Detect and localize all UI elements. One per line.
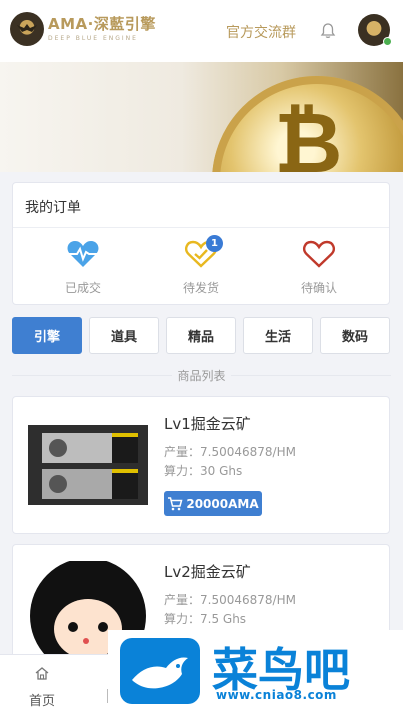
brand-subtitle: DEEP BLUE ENGINE — [48, 35, 138, 42]
user-avatar[interactable] — [358, 14, 392, 46]
product-name: Lv2掘金云矿 — [164, 563, 251, 581]
top-header: AMA·深藍引擎 DEEP BLUE ENGINE 官方交流群 — [0, 0, 403, 62]
bird-logo-icon — [120, 638, 200, 704]
product-hashrate: 算力：30 Ghs — [164, 464, 243, 478]
tab-props[interactable]: 道具 — [89, 317, 159, 354]
brand-logo[interactable] — [10, 12, 44, 46]
brand-name: AMA·深藍引擎 — [48, 15, 156, 33]
tab-engine[interactable]: 引擎 — [12, 317, 82, 354]
buy-button[interactable]: 20000AMA — [164, 491, 262, 516]
tab-life[interactable]: 生活 — [243, 317, 313, 354]
cart-icon — [168, 496, 183, 510]
notification-badge: 1 — [206, 235, 223, 252]
tab-digital[interactable]: 数码 — [320, 317, 390, 354]
tabbar-home-label: 首页 — [28, 694, 55, 709]
product-output: 产量：7.50046878/HM — [164, 593, 296, 607]
bitcoin-symbol: ₿ — [274, 94, 343, 172]
eagle-icon — [17, 24, 37, 32]
order-label: 已成交 — [64, 281, 101, 295]
product-card[interactable]: Lv1掘金云矿 产量：7.50046878/HM 算力：30 Ghs 20000… — [12, 396, 390, 534]
order-status-pending-confirm[interactable]: 待确认 — [274, 239, 364, 296]
official-group-link[interactable]: 官方交流群 — [226, 22, 296, 42]
banner[interactable]: ₿ — [0, 62, 403, 172]
miner-image — [28, 425, 148, 505]
heart-icon — [303, 240, 335, 268]
bell-icon[interactable] — [319, 22, 337, 40]
order-label: 待确认 — [300, 281, 337, 295]
product-hashrate: 算力：7.5 Ghs — [164, 612, 247, 626]
watermark: 菜鸟吧 www.cniao8.com — [108, 630, 403, 715]
buy-price: 20000AMA — [186, 496, 259, 511]
brand: AMA·深藍引擎 DEEP BLUE ENGINE — [48, 13, 156, 42]
product-output: 产量：7.50046878/HM — [164, 445, 296, 459]
divider — [13, 227, 389, 228]
order-status-pending-shipment[interactable]: 1 待发货 — [156, 235, 246, 296]
my-orders-card: 我的订单 已成交 1 待发货 待确认 — [12, 182, 390, 305]
bitcoin-coin-image: ₿ — [212, 76, 403, 172]
tabbar-home[interactable]: 首页 — [24, 665, 60, 709]
category-tabs: 引擎 道具 精品 生活 数码 — [12, 317, 392, 355]
order-status-completed[interactable]: 已成交 — [38, 239, 128, 296]
divider — [231, 375, 391, 376]
order-label: 待发货 — [182, 281, 219, 295]
heartbeat-icon — [67, 241, 99, 267]
orders-title: 我的订单 — [25, 200, 81, 216]
home-icon — [35, 667, 49, 680]
product-name: Lv1掘金云矿 — [164, 415, 251, 433]
tab-premium[interactable]: 精品 — [166, 317, 236, 354]
online-status-dot — [383, 37, 392, 46]
watermark-url: www.cniao8.com — [216, 688, 337, 702]
